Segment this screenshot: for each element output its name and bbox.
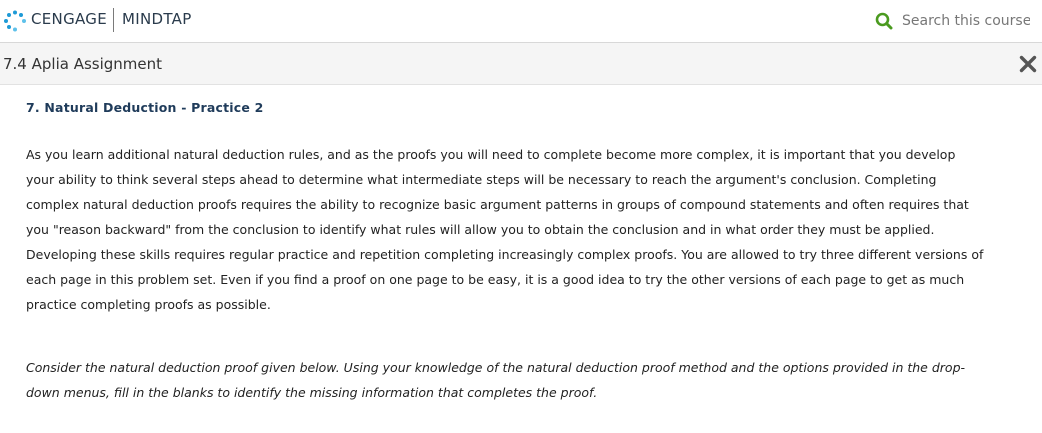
course-search — [875, 10, 1030, 32]
top-navigation-bar: CENGAGE MINDTAP — [0, 0, 1042, 43]
question-intro: As you learn additional natural deductio… — [26, 147, 984, 312]
brand-divider — [113, 8, 114, 32]
question-instructions: Consider the natural deduction proof giv… — [26, 360, 966, 400]
search-input[interactable] — [902, 13, 1030, 29]
brand-name[interactable]: CENGAGE — [31, 10, 107, 28]
question-content: 7. Natural Deduction - Practice 2 As you… — [26, 84, 986, 405]
question-title: 7. Natural Deduction - Practice 2 — [26, 100, 264, 115]
cengage-logo-icon[interactable] — [3, 10, 27, 32]
close-icon[interactable] — [1018, 54, 1038, 74]
product-name[interactable]: MINDTAP — [122, 10, 192, 28]
assignment-header: 7.4 Aplia Assignment — [0, 43, 1042, 85]
assignment-title: 7.4 Aplia Assignment — [3, 55, 163, 73]
search-icon[interactable] — [875, 12, 893, 30]
